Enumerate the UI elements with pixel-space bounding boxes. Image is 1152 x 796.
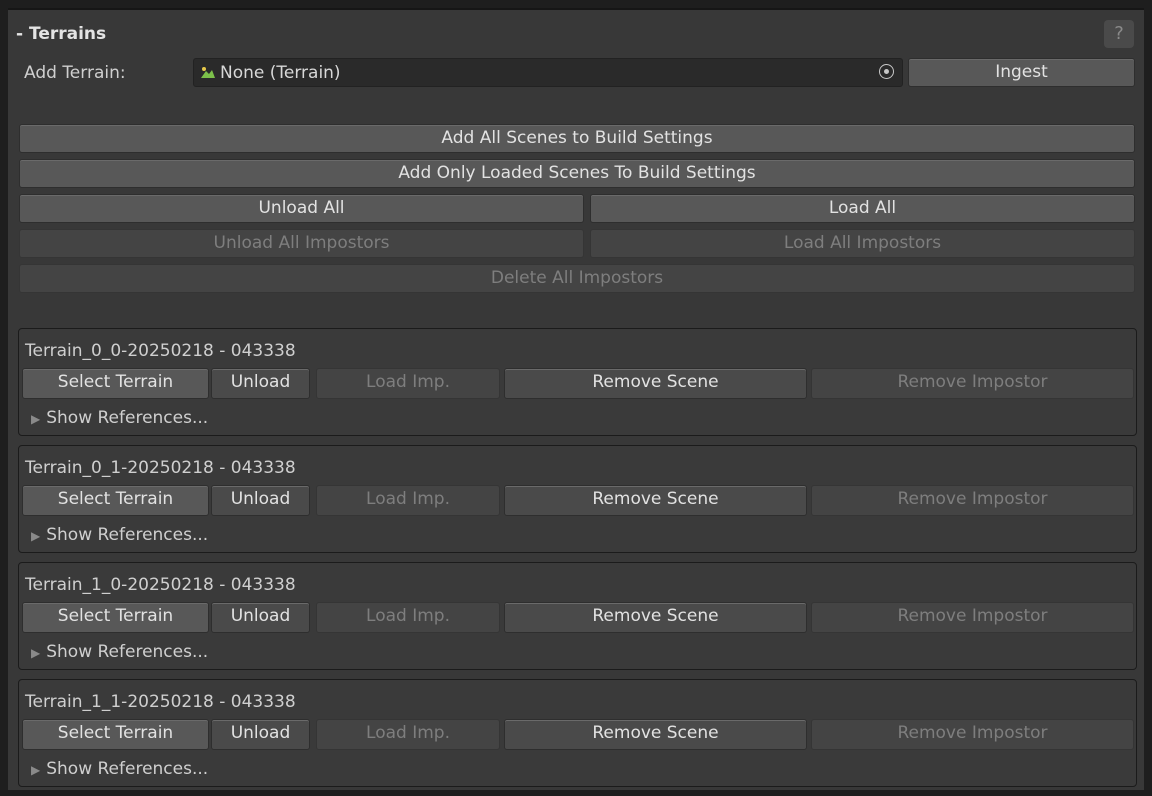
load-impostor-button[interactable]: Load Imp. [316,368,500,399]
terrain-entry: Terrain_0_0-20250218 - 043338 Select Ter… [18,328,1137,436]
remove-impostor-button[interactable]: Remove Impostor [811,368,1134,399]
terrain-name: Terrain_1_0-20250218 - 043338 [25,575,296,595]
remove-scene-button[interactable]: Remove Scene [504,719,807,750]
show-references-label: Show References... [46,408,209,428]
show-references-label: Show References... [46,525,209,545]
remove-scene-button[interactable]: Remove Scene [504,368,807,399]
load-impostor-button[interactable]: Load Imp. [316,602,500,633]
select-terrain-button[interactable]: Select Terrain [22,368,209,399]
unload-all-button[interactable]: Unload All [19,194,584,223]
object-picker-icon[interactable] [879,64,894,79]
terrain-name: Terrain_0_1-20250218 - 043338 [25,458,296,478]
terrain-object-field[interactable]: None (Terrain) [193,58,903,87]
unload-button[interactable]: Unload [211,719,310,750]
remove-scene-button[interactable]: Remove Scene [504,485,807,516]
delete-all-impostors-button[interactable]: Delete All Impostors [19,264,1135,293]
show-references-label: Show References... [46,642,209,662]
section-title[interactable]: - Terrains [16,24,106,44]
unload-all-impostors-button[interactable]: Unload All Impostors [19,229,584,258]
load-impostor-button[interactable]: Load Imp. [316,719,500,750]
load-impostor-button[interactable]: Load Imp. [316,485,500,516]
foldout-arrow-icon: ▶ [31,412,41,426]
terrain-entry: Terrain_1_0-20250218 - 043338 Select Ter… [18,562,1137,670]
terrain-name: Terrain_0_0-20250218 - 043338 [25,341,296,361]
show-references-foldout[interactable]: ▶ Show References... [31,642,208,662]
terrain-entry: Terrain_1_1-20250218 - 043338 Select Ter… [18,679,1137,787]
foldout-arrow-icon: ▶ [31,646,41,660]
terrain-field-value: None (Terrain) [220,63,341,83]
load-all-button[interactable]: Load All [590,194,1135,223]
select-terrain-button[interactable]: Select Terrain [22,719,209,750]
show-references-foldout[interactable]: ▶ Show References... [31,759,208,779]
remove-impostor-button[interactable]: Remove Impostor [811,719,1134,750]
unload-button[interactable]: Unload [211,485,310,516]
help-icon[interactable]: ? [1104,20,1134,48]
add-all-scenes-button[interactable]: Add All Scenes to Build Settings [19,124,1135,153]
inspector-root: - Terrains ? Add Terrain: None (Terrain)… [0,0,1152,796]
unload-button[interactable]: Unload [211,602,310,633]
remove-impostor-button[interactable]: Remove Impostor [811,602,1134,633]
remove-scene-button[interactable]: Remove Scene [504,602,807,633]
foldout-arrow-icon: ▶ [31,763,41,777]
foldout-arrow-icon: ▶ [31,529,41,543]
ingest-button[interactable]: Ingest [908,58,1135,87]
show-references-label: Show References... [46,759,209,779]
add-loaded-scenes-button[interactable]: Add Only Loaded Scenes To Build Settings [19,159,1135,188]
select-terrain-button[interactable]: Select Terrain [22,602,209,633]
terrain-entry: Terrain_0_1-20250218 - 043338 Select Ter… [18,445,1137,553]
show-references-foldout[interactable]: ▶ Show References... [31,525,208,545]
show-references-foldout[interactable]: ▶ Show References... [31,408,208,428]
terrain-icon [201,67,215,78]
select-terrain-button[interactable]: Select Terrain [22,485,209,516]
terrain-name: Terrain_1_1-20250218 - 043338 [25,692,296,712]
load-all-impostors-button[interactable]: Load All Impostors [590,229,1135,258]
remove-impostor-button[interactable]: Remove Impostor [811,485,1134,516]
add-terrain-label: Add Terrain: [24,63,126,83]
unload-button[interactable]: Unload [211,368,310,399]
